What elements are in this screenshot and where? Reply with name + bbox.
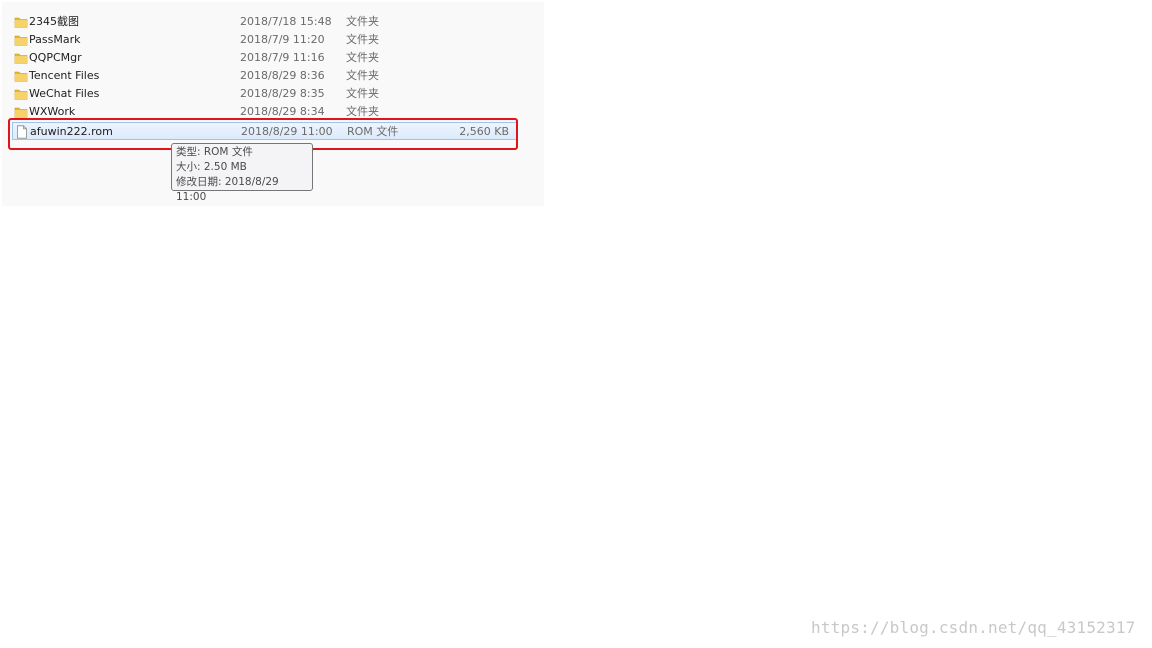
file-name: PassMark — [29, 33, 81, 46]
file-name: 2345截图 — [29, 15, 79, 28]
file-type: 文件夹 — [346, 87, 379, 100]
file-row[interactable]: 2345截图 2018/7/18 15:48 文件夹 — [12, 13, 518, 31]
file-type: 文件夹 — [346, 33, 379, 46]
file-date: 2018/8/29 8:36 — [240, 69, 325, 82]
file-row[interactable]: Tencent Files 2018/8/29 8:36 文件夹 — [12, 67, 518, 85]
folder-icon — [14, 89, 28, 100]
file-name: QQPCMgr — [29, 51, 82, 64]
file-date: 2018/8/29 8:35 — [240, 87, 325, 100]
file-name: Tencent Files — [29, 69, 100, 82]
tooltip-type: 类型: ROM 文件 — [176, 146, 253, 158]
folder-icon — [14, 71, 28, 82]
file-date: 2018/7/9 11:16 — [240, 51, 325, 64]
file-type: 文件夹 — [346, 69, 379, 82]
watermark: https://blog.csdn.net/qq_43152317 — [811, 618, 1136, 637]
file-date: 2018/7/18 15:48 — [240, 15, 332, 28]
file-row[interactable]: PassMark 2018/7/9 11:20 文件夹 — [12, 31, 518, 49]
file-row[interactable]: WeChat Files 2018/8/29 8:35 文件夹 — [12, 85, 518, 103]
folder-icon — [14, 17, 28, 28]
folder-icon — [14, 53, 28, 64]
tooltip-size: 大小: 2.50 MB — [176, 161, 247, 173]
file-type: 文件夹 — [346, 15, 379, 28]
tooltip-modified: 修改日期: 2018/8/29 11:00 — [176, 176, 279, 203]
file-date: 2018/7/9 11:20 — [240, 33, 325, 46]
file-row[interactable]: QQPCMgr 2018/7/9 11:16 文件夹 — [12, 49, 518, 67]
file-name: WeChat Files — [29, 87, 100, 100]
folder-icon — [14, 35, 28, 46]
folder-icon — [14, 107, 28, 118]
file-type: 文件夹 — [346, 51, 379, 64]
file-info-tooltip: 类型: ROM 文件 大小: 2.50 MB 修改日期: 2018/8/29 1… — [171, 143, 313, 203]
